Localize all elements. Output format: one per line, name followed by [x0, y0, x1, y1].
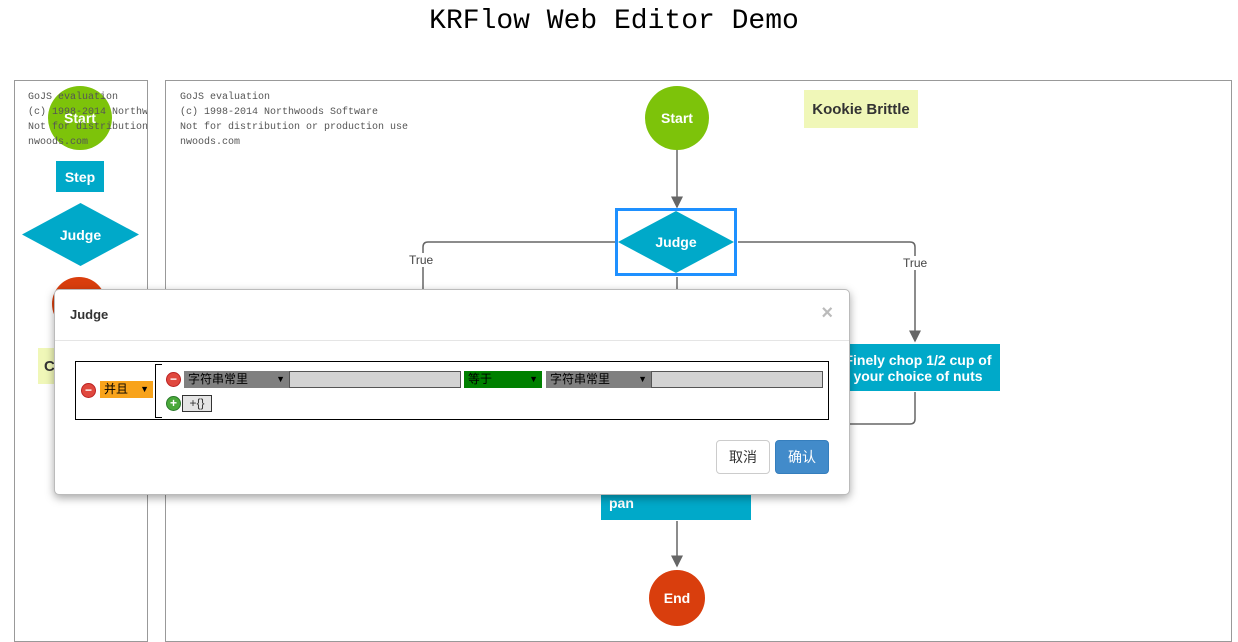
dropdown-arrow-icon: ▼: [276, 374, 285, 384]
logic-select[interactable]: 并且 ▼: [100, 381, 153, 398]
right-type-select[interactable]: 字符串常里 ▼: [546, 371, 651, 388]
condition-group: − 并且 ▼ − 字符串常里 ▼ 等于 ▼ 字符串常里 ▼ + +{}: [75, 361, 829, 420]
palette-step-node[interactable]: Step: [56, 161, 104, 192]
palette-watermark: GoJS evaluation (c) 1998-2014 Northw Not…: [28, 92, 148, 148]
end-node[interactable]: End: [649, 570, 705, 626]
left-value-input[interactable]: [289, 371, 461, 388]
cancel-button[interactable]: 取消: [716, 440, 770, 474]
close-icon[interactable]: ×: [821, 302, 833, 325]
comment-node[interactable]: Kookie Brittle: [804, 90, 918, 128]
remove-group-icon[interactable]: −: [81, 383, 96, 398]
logic-select-value: 并且: [104, 382, 129, 396]
start-node[interactable]: Start: [645, 86, 709, 150]
edge-label-true-right: True: [901, 256, 930, 270]
edge-label-true-left: True: [407, 253, 436, 267]
palette-judge-label: Judge: [59, 226, 102, 243]
canvas-watermark: GoJS evaluation (c) 1998-2014 Northwoods…: [180, 92, 409, 148]
palette-judge-node[interactable]: Judge: [22, 203, 139, 266]
left-type-select[interactable]: 字符串常里 ▼: [184, 371, 289, 388]
dropdown-arrow-icon: ▼: [140, 384, 149, 394]
judge-dialog: Judge × − 并且 ▼ − 字符串常里 ▼ 等于 ▼ 字符串常里 ▼ + …: [54, 289, 850, 495]
operator-select[interactable]: 等于 ▼: [464, 371, 542, 388]
right-value-input[interactable]: [651, 371, 823, 388]
step-node-chop-nuts[interactable]: Finely chop 1/2 cup of your choice of nu…: [836, 344, 1000, 391]
judge-label: Judge: [655, 234, 697, 250]
dropdown-arrow-icon: ▼: [529, 374, 538, 384]
operator-value: 等于: [468, 372, 493, 386]
right-type-value: 字符串常里: [550, 372, 611, 386]
add-group-button[interactable]: +{}: [182, 395, 212, 412]
add-condition-icon[interactable]: +: [166, 396, 181, 411]
page-title: KRFlow Web Editor Demo: [429, 6, 799, 37]
dropdown-arrow-icon: ▼: [638, 374, 647, 384]
confirm-button[interactable]: 确认: [775, 440, 829, 474]
group-bracket: [155, 364, 162, 418]
remove-condition-icon[interactable]: −: [166, 372, 181, 387]
judge-node-selected[interactable]: Judge: [615, 208, 737, 276]
dialog-header: Judge ×: [55, 290, 849, 341]
left-type-value: 字符串常里: [188, 372, 249, 386]
dialog-title: Judge: [70, 307, 109, 322]
